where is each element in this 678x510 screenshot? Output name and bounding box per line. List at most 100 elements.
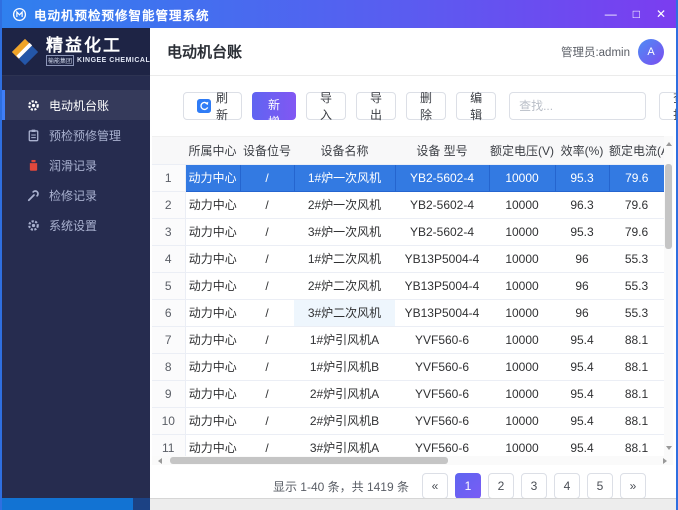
table-cell: 动力中心: [185, 272, 240, 300]
row-number-cell: 1: [152, 164, 186, 192]
bottom-strip-navy: [133, 498, 150, 510]
table-cell: 95.4: [555, 326, 609, 354]
window-title: 电动机预检预修智能管理系统: [34, 8, 210, 23]
table-cell: /: [240, 299, 294, 327]
table-cell: YB2-5602-4: [395, 191, 489, 219]
table-cell: 动力中心: [185, 164, 241, 192]
table-cell: 动力中心: [185, 245, 240, 273]
delete-button[interactable]: 删除: [406, 91, 447, 122]
scroll-left-arrow-icon[interactable]: [155, 457, 162, 464]
table-cell: 3#炉二次风机: [294, 299, 395, 327]
bottom-strip: [2, 498, 676, 510]
sidebar: 精益化工 榆能集团 KINGEE CHEMICAL 电动机台账预检预修管理润滑记…: [2, 28, 150, 498]
table-cell: 2#炉一次风机: [294, 191, 395, 219]
sidebar-item-label: 电动机台账: [49, 98, 110, 113]
row-number-cell: 7: [152, 326, 186, 354]
app-logo-icon: [12, 7, 27, 22]
table-cell: 10000: [489, 434, 555, 456]
company-group-label: 榆能集团: [46, 55, 75, 67]
horizontal-scroll-thumb[interactable]: [170, 457, 448, 464]
table-cell: YB13P5004-4: [395, 245, 489, 273]
table-cell: 10000: [489, 299, 555, 327]
pagination-page-2[interactable]: 2: [488, 473, 514, 499]
bottom-strip-gray: [150, 498, 676, 510]
table-cell: 10000: [489, 191, 555, 219]
export-button[interactable]: 导出: [356, 91, 397, 122]
pagination-prev-button[interactable]: «: [422, 473, 448, 499]
table-row[interactable]: 4 动力中心/1#炉二次风机 YB13P5004-4 10000 96 55.3: [152, 245, 664, 273]
sidebar-item-label: 润滑记录: [49, 158, 98, 173]
pagination-page-5[interactable]: 5: [587, 473, 613, 499]
table-cell: 88.1: [609, 434, 664, 456]
table-cell: /: [240, 245, 294, 273]
table-cell: 10000: [489, 245, 555, 273]
clipboard-icon: [27, 129, 40, 142]
table-cell: 动力中心: [185, 299, 240, 327]
row-number-cell: 10: [152, 407, 186, 435]
gear-icon: [27, 99, 40, 112]
edit-button[interactable]: 编辑: [456, 91, 497, 122]
table-cell: 10000: [489, 164, 556, 192]
sidebar-item-inspection-repair[interactable]: 预检预修管理: [2, 120, 150, 150]
search-input[interactable]: [509, 92, 647, 120]
sidebar-item-system-settings[interactable]: 系统设置: [2, 210, 150, 240]
pagination-page-1[interactable]: 1: [455, 473, 481, 499]
column-header: 设备位号: [240, 137, 294, 165]
table-cell: 动力中心: [185, 380, 240, 408]
company-name-en: KINGEE CHEMICAL: [77, 57, 151, 65]
column-header-row-number: [152, 137, 185, 165]
table-cell: 55.3: [609, 245, 664, 273]
table-cell: 1#炉引风机A: [294, 326, 395, 354]
table-row[interactable]: 2 动力中心/2#炉一次风机 YB2-5602-4 10000 96.3 79.6: [152, 191, 664, 219]
refresh-button[interactable]: 刷新: [183, 91, 243, 122]
table-cell: YB2-5602-4: [395, 218, 489, 246]
table-row[interactable]: 5 动力中心/2#炉二次风机 YB13P5004-4 10000 96 55.3: [152, 272, 664, 300]
company-logo: 精益化工 榆能集团 KINGEE CHEMICAL: [2, 28, 150, 76]
table-cell: 95.4: [555, 434, 609, 456]
table-cell: 2#炉引风机B: [294, 407, 395, 435]
table-cell: 96.3: [555, 191, 609, 219]
column-header: 设备 型号: [395, 137, 489, 165]
sidebar-nav: 电动机台账预检预修管理润滑记录检修记录系统设置: [2, 90, 150, 240]
table-row[interactable]: 1 动力中心/1#炉一次风机 YB2-5602-4 10000 95.3 79.6: [152, 164, 664, 192]
pagination-next-button[interactable]: »: [620, 473, 646, 499]
table-row[interactable]: 8 动力中心/1#炉引风机B YVF560-6 10000 95.4 88.1: [152, 353, 664, 381]
row-number-cell: 4: [152, 245, 186, 273]
sidebar-item-maintenance-records[interactable]: 检修记录: [2, 180, 150, 210]
table-row[interactable]: 11 动力中心/3#炉引风机A YVF560-6 10000 95.4 88.1: [152, 434, 664, 456]
scroll-up-arrow-icon[interactable]: [665, 139, 672, 146]
titlebar: 电动机预检预修智能管理系统 — □ ✕: [2, 0, 676, 28]
table-cell: YVF560-6: [395, 434, 489, 456]
table-cell: YVF560-6: [395, 326, 489, 354]
maximize-button[interactable]: □: [633, 8, 640, 20]
sidebar-item-motor-ledger[interactable]: 电动机台账: [2, 90, 150, 120]
minimize-button[interactable]: —: [605, 8, 617, 20]
sidebar-item-lubrication-records[interactable]: 润滑记录: [2, 150, 150, 180]
user-avatar[interactable]: A: [638, 38, 664, 65]
table-row[interactable]: 10 动力中心/2#炉引风机B YVF560-6 10000 95.4 88.1: [152, 407, 664, 435]
table-cell: 95.3: [555, 218, 609, 246]
pagination-page-4[interactable]: 4: [554, 473, 580, 499]
import-button[interactable]: 导入: [306, 91, 347, 122]
horizontal-scrollbar[interactable]: [152, 456, 673, 465]
table-header-row: 所属中心设备位号设备名称设备 型号额定电压(V)效率(%)额定电流(A): [152, 137, 664, 165]
vertical-scroll-thumb[interactable]: [665, 164, 672, 249]
column-header: 效率(%): [555, 137, 609, 165]
scroll-right-arrow-icon[interactable]: [663, 457, 670, 464]
table-cell: YB13P5004-4: [395, 299, 489, 327]
row-number-cell: 11: [152, 434, 186, 456]
scroll-down-arrow-icon[interactable]: [665, 446, 672, 453]
vertical-scrollbar[interactable]: [664, 136, 673, 456]
search-button[interactable]: 查找: [659, 91, 676, 122]
pagination-page-3[interactable]: 3: [521, 473, 547, 499]
row-number-cell: 8: [152, 353, 186, 381]
table-row[interactable]: 3 动力中心/3#炉一次风机 YB2-5602-4 10000 95.3 79.6: [152, 218, 664, 246]
add-button[interactable]: + 新增: [252, 82, 297, 129]
table-row[interactable]: 9 动力中心/2#炉引风机A YVF560-6 10000 95.4 88.1: [152, 380, 664, 408]
table-row[interactable]: 6 动力中心/3#炉二次风机 YB13P5004-4 10000 96 55.3: [152, 299, 664, 327]
page-title: 电动机台账: [167, 44, 243, 61]
close-button[interactable]: ✕: [656, 8, 666, 20]
sidebar-item-label: 检修记录: [49, 188, 98, 203]
table-row[interactable]: 7 动力中心/1#炉引风机A YVF560-6 10000 95.4 88.1: [152, 326, 664, 354]
table-cell: 88.1: [609, 353, 664, 381]
